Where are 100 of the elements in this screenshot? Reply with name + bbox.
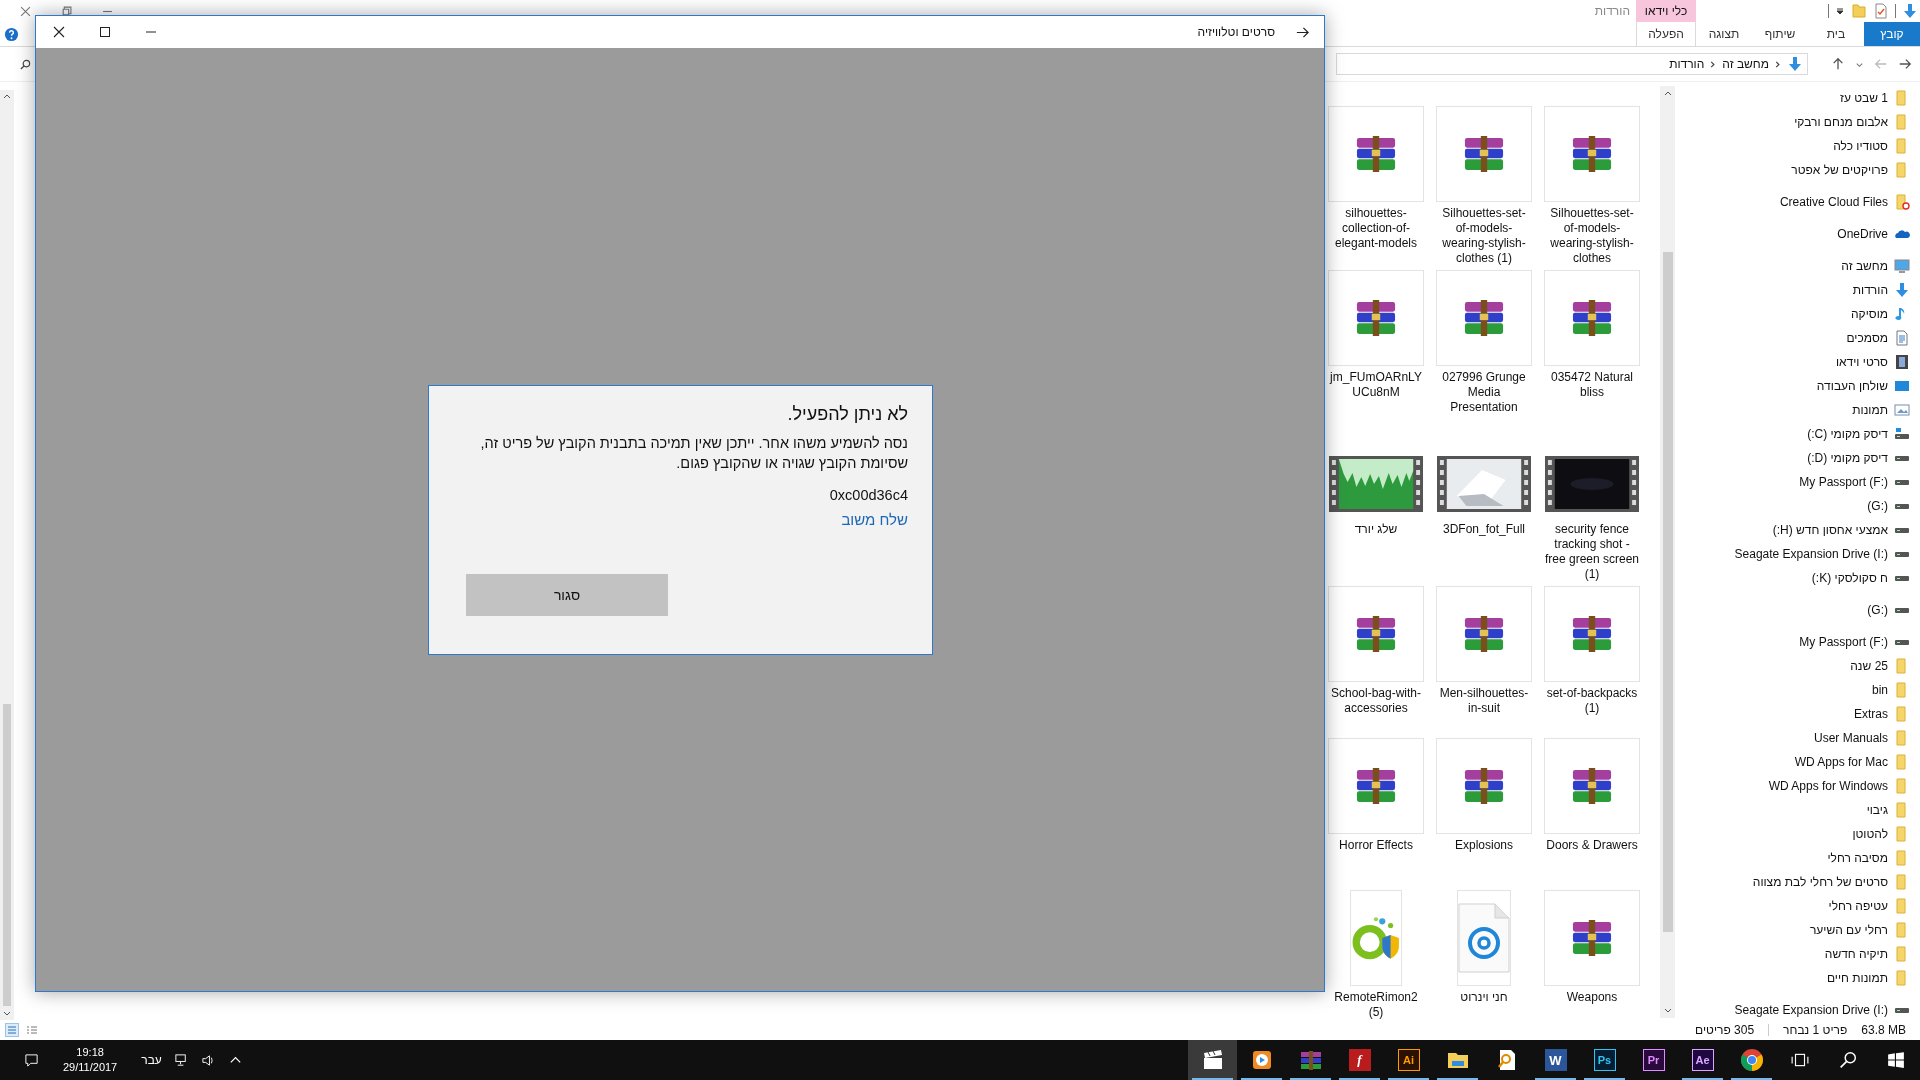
language-indicator[interactable]: עבר <box>141 1053 162 1067</box>
file-name: 035472 Natural bliss <box>1549 369 1635 401</box>
nav-item[interactable]: My Passport (F:) <box>1799 635 1888 649</box>
ae-icon[interactable]: Ae <box>1691 1049 1714 1071</box>
nav-item[interactable]: Extras <box>1854 707 1888 721</box>
address-bar[interactable]: מחשב זה הורדות <box>1336 53 1808 75</box>
nav-item[interactable]: להטוטן <box>1852 827 1888 841</box>
nav-item[interactable]: bin <box>1872 683 1888 697</box>
breadcrumb-item[interactable]: מחשב זה <box>1722 57 1769 71</box>
nav-item[interactable]: מסמכים <box>1846 331 1888 345</box>
books-stack-icon[interactable] <box>1570 136 1614 172</box>
books-stack-icon[interactable] <box>1570 768 1614 804</box>
nav-item[interactable]: Seagate Expansion Drive (I:) <box>1734 1003 1888 1017</box>
search-icon[interactable] <box>1839 1051 1857 1069</box>
pr-icon[interactable]: Pr <box>1642 1049 1665 1071</box>
ribbon-tab[interactable]: תצוגה <box>1696 22 1752 46</box>
books-stack-icon[interactable] <box>1354 616 1398 652</box>
nav-item[interactable]: (G:) <box>1867 499 1888 513</box>
help-icon[interactable] <box>4 26 19 42</box>
speaker-icon[interactable] <box>200 1052 216 1068</box>
ribbon-tab[interactable]: קובץ <box>1864 22 1920 46</box>
nav-item[interactable]: אמצעי אחסון חדש (H:) <box>1772 523 1888 537</box>
ps-icon[interactable]: Ps <box>1593 1049 1616 1071</box>
page-icon[interactable] <box>1458 902 1510 974</box>
nav-item[interactable]: WD Apps for Windows <box>1768 779 1888 793</box>
scrollbar-thumb[interactable] <box>1662 252 1673 932</box>
drive-icon <box>1894 426 1910 442</box>
nav-item[interactable]: אלבום מנחם ורבקי <box>1794 115 1888 129</box>
nav-item[interactable]: (G:) <box>1867 603 1888 617</box>
nav-item[interactable]: מחשב זה <box>1841 259 1888 273</box>
chrome-icon[interactable] <box>1739 1048 1764 1072</box>
chevron-icon[interactable] <box>1710 59 1717 69</box>
close-icon[interactable] <box>20 5 31 17</box>
nav-item[interactable]: תמונות <box>1852 403 1888 417</box>
down-arrow-icon[interactable] <box>1902 3 1918 19</box>
word-icon[interactable]: W <box>1544 1049 1567 1071</box>
task-view-icon[interactable] <box>1791 1051 1809 1069</box>
breadcrumb-item[interactable]: הורדות <box>1669 57 1705 71</box>
books-stack-icon[interactable] <box>1354 300 1398 336</box>
file-name: Horror Effects <box>1338 837 1414 854</box>
nav-item[interactable]: Seagate Expansion Drive (I:) <box>1734 547 1888 561</box>
books-stack-icon[interactable] <box>1298 1048 1323 1072</box>
ribbon-tab[interactable]: שיתוף <box>1752 22 1808 46</box>
nav-item[interactable]: 1 שבט עז <box>1840 91 1888 105</box>
checklist-page-icon[interactable] <box>1873 3 1889 19</box>
nav-item[interactable]: גיבוי <box>1866 803 1888 817</box>
nav-item[interactable]: סרטי וידאו <box>1835 355 1888 369</box>
monitor-icon <box>1894 258 1910 274</box>
books-stack-icon[interactable] <box>1570 300 1614 336</box>
nav-item[interactable]: WD Apps for Mac <box>1794 755 1888 769</box>
nav-item[interactable]: רחלי עם השיער <box>1809 923 1888 937</box>
nav-item[interactable]: מסיבה רחלי <box>1827 851 1888 865</box>
chevron-icon[interactable] <box>1775 59 1781 69</box>
caret-icon[interactable] <box>1835 6 1845 16</box>
scrollbar[interactable] <box>0 90 14 1020</box>
nav-item[interactable]: פרויקטים של אפטר <box>1791 163 1888 177</box>
forward-arrow-icon[interactable] <box>1898 57 1912 71</box>
file-name: Explosions <box>1454 837 1514 854</box>
file-name: חני וינרוט <box>1459 989 1509 1006</box>
windows-icon[interactable] <box>1887 1051 1905 1069</box>
file-name: Weapons <box>1565 989 1619 1006</box>
books-stack-icon[interactable] <box>1570 616 1614 652</box>
ribbon-tab[interactable]: בית <box>1808 22 1864 46</box>
ribbon-tab[interactable]: הפעלה <box>1636 22 1696 46</box>
file-name: silhouettes-collection-of-elegant-models <box>1333 205 1419 252</box>
close-button[interactable]: סגור <box>466 574 668 616</box>
nav-item[interactable]: User Manuals <box>1813 731 1888 745</box>
scrollbar[interactable] <box>1660 86 1675 1018</box>
books-stack-icon[interactable] <box>1462 768 1506 804</box>
books-stack-icon[interactable] <box>1570 920 1614 956</box>
flash-icon[interactable]: f <box>1348 1049 1371 1071</box>
books-stack-icon[interactable] <box>1354 768 1398 804</box>
nav-item[interactable]: ח סקולסקי (K:) <box>1811 571 1888 585</box>
books-stack-icon[interactable] <box>1462 616 1506 652</box>
search-icon[interactable] <box>20 58 31 70</box>
clock[interactable]: 19:18 29/11/2017 <box>63 1045 118 1075</box>
network-icon[interactable] <box>173 1052 189 1068</box>
nav-item[interactable]: OneDrive <box>1837 227 1888 241</box>
books-stack-icon[interactable] <box>1462 300 1506 336</box>
nav-item[interactable]: עטיפה רחלי <box>1828 899 1888 913</box>
nav-item[interactable]: סטודיו כלה <box>1833 139 1888 153</box>
nav-item[interactable]: תיקיה חדשה <box>1824 947 1888 961</box>
scrollbar-thumb[interactable] <box>3 704 11 1006</box>
nav-item[interactable]: הורדות <box>1852 283 1888 297</box>
books-stack-icon[interactable] <box>1354 136 1398 172</box>
books-stack-icon[interactable] <box>1462 136 1506 172</box>
notification-icon[interactable] <box>24 1052 39 1068</box>
nav-item[interactable]: מוסיקה <box>1850 307 1888 321</box>
nav-item[interactable]: סרטים של רחלי לבת מצווה <box>1752 875 1888 889</box>
restore-icon[interactable] <box>61 5 72 17</box>
feedback-link[interactable]: שלח משוב <box>841 511 908 528</box>
nav-item[interactable]: תמונות חיים <box>1826 971 1888 985</box>
nav-item[interactable]: My Passport (F:) <box>1799 475 1888 489</box>
ai-icon[interactable]: Ai <box>1397 1049 1420 1071</box>
nav-item[interactable]: שולחן העבודה <box>1816 379 1888 393</box>
nav-item[interactable]: Creative Cloud Files <box>1779 195 1888 209</box>
nav-item[interactable]: דיסק מקומי (D:) <box>1807 451 1888 465</box>
nav-item[interactable]: 25 שנה <box>1850 659 1888 673</box>
nav-item[interactable]: דיסק מקומי (C:) <box>1807 427 1888 441</box>
up-arrow-icon[interactable] <box>1831 57 1845 71</box>
